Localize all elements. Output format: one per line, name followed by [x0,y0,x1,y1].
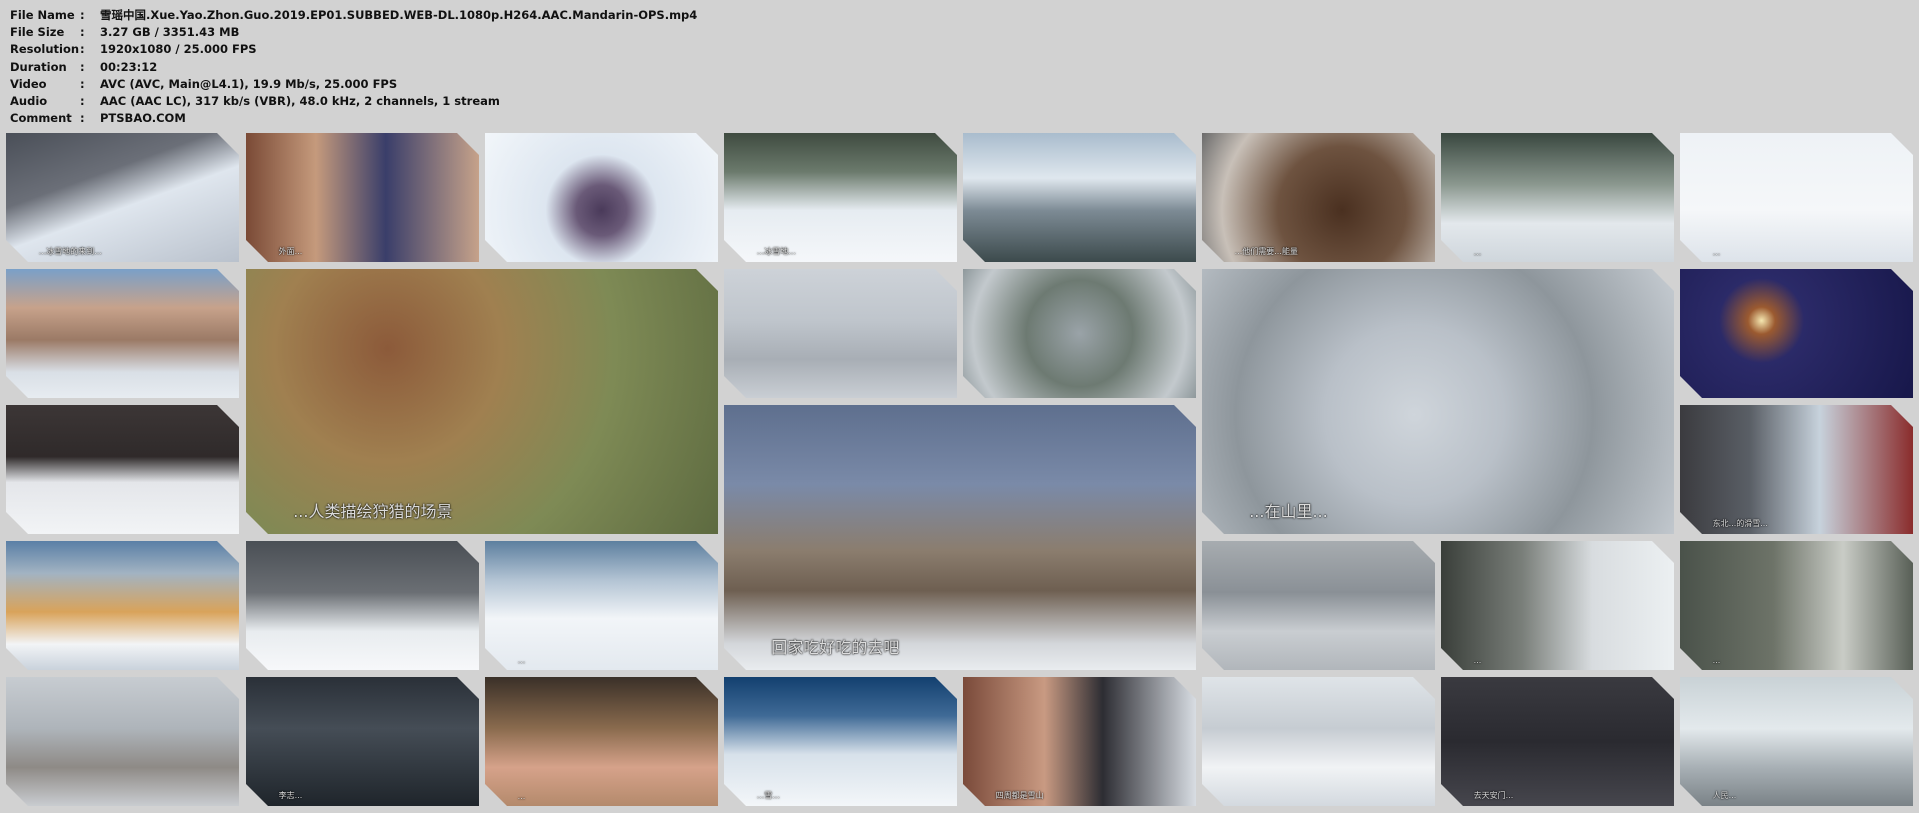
video-thumbnail[interactable]: ...冰雪地的来到... [6,133,239,262]
video-thumbnail[interactable]: ... [1680,133,1913,262]
thumbnail-subtitle: 东北...的滑雪... [1712,519,1768,528]
thumbnail-subtitle: ... [1712,248,1721,257]
video-thumbnail[interactable] [1202,541,1435,670]
video-thumbnail[interactable]: 四周都是雪山 [963,677,1196,806]
video-thumbnail[interactable] [963,133,1196,262]
thumbnail-subtitle: ... [1473,656,1482,665]
video-thumbnail[interactable] [1202,677,1435,806]
thumbnail-subtitle: ... [517,656,526,665]
video-thumbnail[interactable] [6,269,239,398]
video-thumbnail[interactable]: ... [1441,133,1674,262]
video-thumbnail[interactable] [963,269,1196,398]
video-thumbnail[interactable]: ... [1441,541,1674,670]
video-thumbnail[interactable]: 外面... [246,133,479,262]
thumbnail-subtitle: ...冰雪地... [756,247,796,256]
thumbnail-subtitle: 外面... [278,247,303,256]
thumbnail-grid: ...冰雪地的来到... 外面... ...冰雪地... ...他们需要...能量..… [0,0,1919,813]
video-thumbnail[interactable] [246,541,479,670]
video-thumbnail[interactable]: 李志... [246,677,479,806]
thumbnail-subtitle: ...冰雪地的来到... [38,247,102,256]
video-thumbnail[interactable]: ...冰雪地... [724,133,957,262]
video-thumbnail[interactable] [724,269,957,398]
video-thumbnail[interactable]: 人民... [1680,677,1913,806]
thumbnail-subtitle: 回家吃好吃的去吧 [771,638,900,657]
video-thumbnail[interactable]: ...人类描绘狩猎的场景 [246,269,718,534]
video-thumbnail[interactable]: ... [1680,541,1913,670]
video-thumbnail[interactable]: ... [485,677,718,806]
video-thumbnail[interactable] [1680,269,1913,398]
video-thumbnail[interactable] [6,541,239,670]
thumbnail-subtitle: 去天安门... [1473,791,1514,800]
thumbnail-subtitle: ... [1712,656,1721,665]
thumbnail-subtitle: 四周都是雪山 [995,791,1044,800]
video-thumbnail[interactable]: ...在山里... [1202,269,1674,534]
thumbnail-subtitle: ...他们需要...能量 [1234,247,1298,256]
video-thumbnail[interactable] [6,677,239,806]
video-thumbnail[interactable] [6,405,239,534]
video-thumbnail[interactable] [485,133,718,262]
thumbnail-subtitle: 人民... [1712,791,1737,800]
video-thumbnail[interactable]: 东北...的滑雪... [1680,405,1913,534]
thumbnail-subtitle: ...在山里... [1249,502,1328,521]
video-thumbnail[interactable]: ...他们需要...能量 [1202,133,1435,262]
video-thumbnail[interactable]: ... [485,541,718,670]
video-thumbnail[interactable]: ...雪... [724,677,957,806]
video-thumbnail[interactable]: 回家吃好吃的去吧 [724,405,1196,670]
thumbnail-subtitle: ... [517,792,526,801]
thumbnail-subtitle: ...人类描绘狩猎的场景 [293,502,453,521]
thumbnail-subtitle: ... [1473,248,1482,257]
thumbnail-subtitle: 李志... [278,791,303,800]
video-thumbnail[interactable]: 去天安门... [1441,677,1674,806]
thumbnail-subtitle: ...雪... [756,791,780,800]
